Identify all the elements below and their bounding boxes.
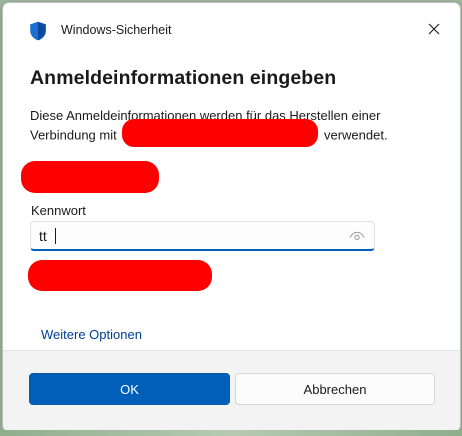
- redacted-server-name: [122, 119, 319, 147]
- cancel-button[interactable]: Abbrechen: [235, 373, 435, 405]
- eye-icon: [349, 231, 365, 241]
- title-bar: Windows-Sicherheit: [3, 3, 460, 55]
- redacted-domain: [28, 260, 212, 291]
- shield-icon: [30, 21, 46, 41]
- credentials-dialog: Windows-Sicherheit Anmeldeinformationen …: [2, 2, 461, 432]
- redacted-username: [21, 161, 159, 193]
- close-button[interactable]: [416, 13, 452, 45]
- more-options-link[interactable]: Weitere Optionen: [41, 327, 142, 342]
- dialog-footer: OK Abbrechen: [3, 350, 460, 431]
- reveal-password-button[interactable]: [346, 226, 368, 246]
- desktop-backdrop: [0, 430, 462, 436]
- close-icon: [428, 23, 440, 35]
- ok-button[interactable]: OK: [29, 373, 230, 405]
- text-caret: [55, 228, 56, 244]
- description-text-after: verwendet.: [323, 127, 388, 143]
- password-input[interactable]: [39, 226, 339, 246]
- window-title: Windows-Sicherheit: [61, 23, 172, 37]
- dialog-heading: Anmeldeinformationen eingeben: [30, 67, 337, 89]
- password-label: Kennwort: [31, 203, 86, 218]
- dialog-description: Diese Anmeldeinformationen werden für da…: [30, 107, 430, 147]
- password-field[interactable]: [30, 221, 375, 251]
